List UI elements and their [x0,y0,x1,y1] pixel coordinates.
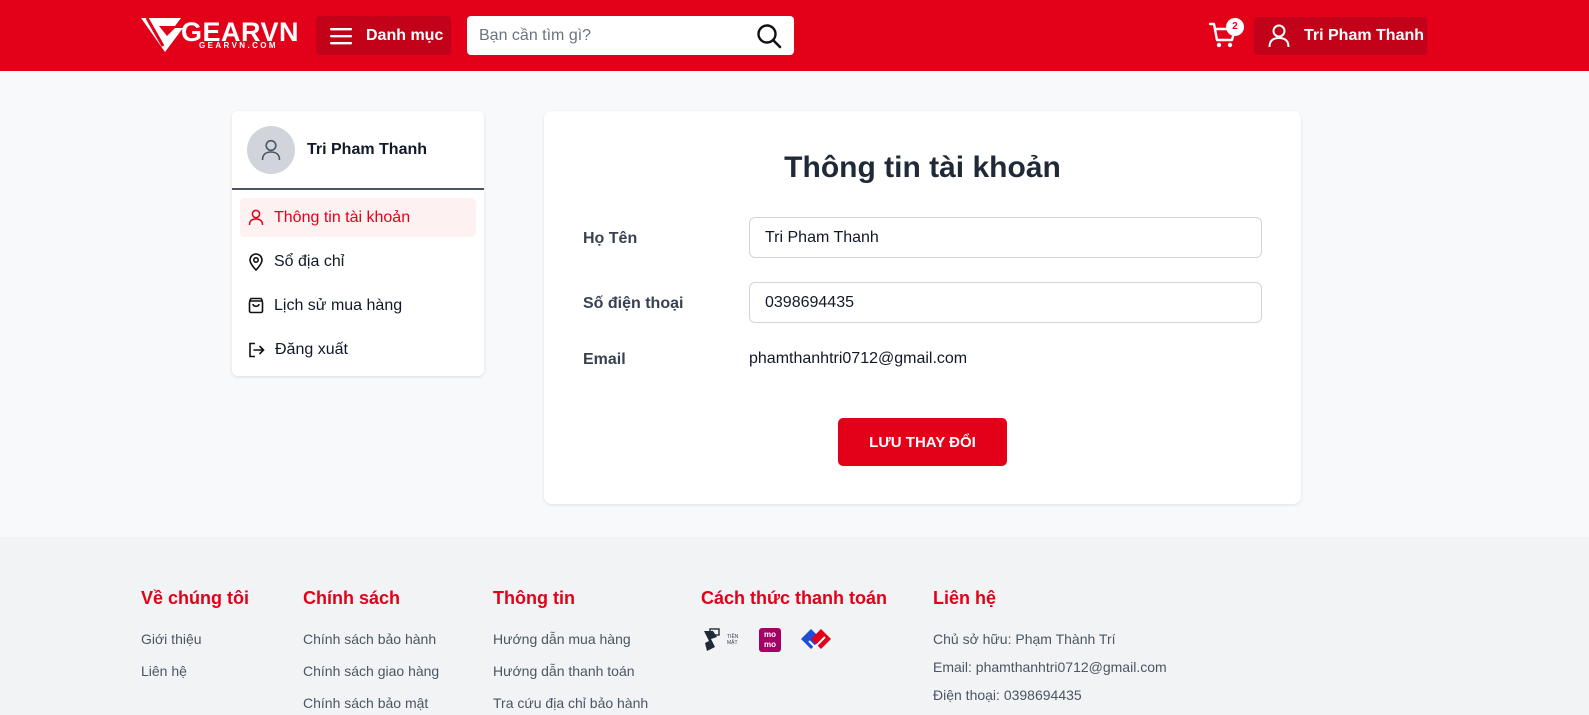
search-box [467,16,794,55]
vnpay-icon [801,629,831,649]
payment-methods: TIỀN MẶT mo mo [701,627,887,653]
header-bar: GEARVN GEARVN.COM Danh mục 2 Tri Pham Th… [0,0,1589,71]
shopping-bag-icon [248,297,264,314]
cash-icon: TIỀN MẶT [701,627,741,653]
save-changes-button[interactable]: LƯU THAY ĐỔI [838,418,1007,466]
profile-name: Tri Pham Thanh [307,140,428,158]
phone-field[interactable] [749,282,1262,323]
gearvn-logo[interactable]: GEARVN GEARVN.COM [141,16,301,54]
sidebar-item-account-info[interactable]: Thông tin tài khoản [240,198,476,237]
sidebar-item-label: Lịch sử mua hàng [274,296,403,314]
email-label: Email [583,351,626,368]
full-name-field[interactable] [749,217,1262,258]
momo-icon: mo mo [759,628,781,652]
user-account-button[interactable]: Tri Pham Thanh [1254,17,1427,55]
footer-contact-phone: Điện thoại: 0398694435 [933,687,1082,703]
user-icon [1268,24,1290,48]
footer-policy-title: Chính sách [303,588,401,608]
logo-subtext: GEARVN.COM [199,41,278,50]
search-input[interactable] [467,16,747,55]
footer-link-warranty-policy[interactable]: Chính sách bảo hành [303,631,439,647]
phone-label: Số điện thoại [583,295,684,312]
sidebar-item-order-history[interactable]: Lịch sử mua hàng [240,286,476,325]
footer-payment-column: Cách thức thanh toán TIỀN MẶT mo mo [701,588,887,653]
full-name-label: Họ Tên [583,230,638,247]
cart-count-badge: 2 [1226,18,1244,36]
cart-button[interactable]: 2 [1208,18,1244,52]
avatar-user-icon [261,139,281,160]
sidebar-item-label: Thông tin tài khoản [274,208,411,226]
email-value: phamthanhtri0712@gmail.com [749,350,968,367]
footer-contact-owner: Chủ sở hữu: Phạm Thành Trí [933,631,1116,647]
footer-link-warranty-lookup[interactable]: Tra cứu địa chỉ bảo hành [493,695,648,711]
footer-link-shipping-policy[interactable]: Chính sách giao hàng [303,663,439,679]
sidebar-item-label: Đăng xuất [275,340,348,358]
footer-payment-title: Cách thức thanh toán [701,588,888,608]
footer-policy-column: Chính sách Chính sách bảo hành Chính sác… [303,588,439,715]
map-pin-icon [249,252,263,271]
sidebar-menu: Thông tin tài khoản Sổ địa chỉ Lịch sử m… [232,190,484,382]
footer-contact-title: Liên hệ [933,588,997,608]
footer-about-title: Về chúng tôi [141,588,249,608]
footer-contact-email: Email: phamthanhtri0712@gmail.com [933,659,1167,675]
user-name-label: Tri Pham Thanh [1304,27,1425,44]
search-icon[interactable] [756,23,782,49]
footer-about-column: Về chúng tôi Giới thiệu Liên hệ [141,588,249,695]
sidebar-item-address-book[interactable]: Sổ địa chỉ [240,242,476,281]
footer-contact-column: Liên hệ Chủ sở hữu: Phạm Thành Trí Email… [933,588,1167,715]
footer: Về chúng tôi Giới thiệu Liên hệ Chính sá… [0,537,1589,715]
footer-link-about[interactable]: Giới thiệu [141,631,249,647]
footer-link-contact[interactable]: Liên hệ [141,663,249,679]
page-title: Thông tin tài khoản [784,151,1061,184]
sidebar-item-logout[interactable]: Đăng xuất [240,330,476,369]
user-icon [248,209,264,226]
footer-info-column: Thông tin Hướng dẫn mua hàng Hướng dẫn t… [493,588,648,715]
account-info-card: Thông tin tài khoản Họ Tên Số điện thoại… [544,111,1301,504]
gearvn-logo-icon [141,17,183,52]
footer-link-privacy-policy[interactable]: Chính sách bảo mật [303,695,439,711]
account-sidebar: Tri Pham Thanh Thông tin tài khoản Sổ đị… [232,111,484,376]
logout-icon [249,342,265,357]
cash-icon-label: TIỀN MẶT [727,634,739,646]
footer-info-title: Thông tin [493,588,575,608]
profile-summary: Tri Pham Thanh [232,111,484,190]
category-menu-label: Danh mục [366,26,444,44]
category-menu-button[interactable]: Danh mục [316,16,451,55]
avatar [247,125,295,174]
footer-link-payment-guide[interactable]: Hướng dẫn thanh toán [493,663,648,679]
footer-link-buying-guide[interactable]: Hướng dẫn mua hàng [493,631,648,647]
hamburger-icon [330,27,352,44]
sidebar-item-label: Sổ địa chỉ [274,252,345,270]
